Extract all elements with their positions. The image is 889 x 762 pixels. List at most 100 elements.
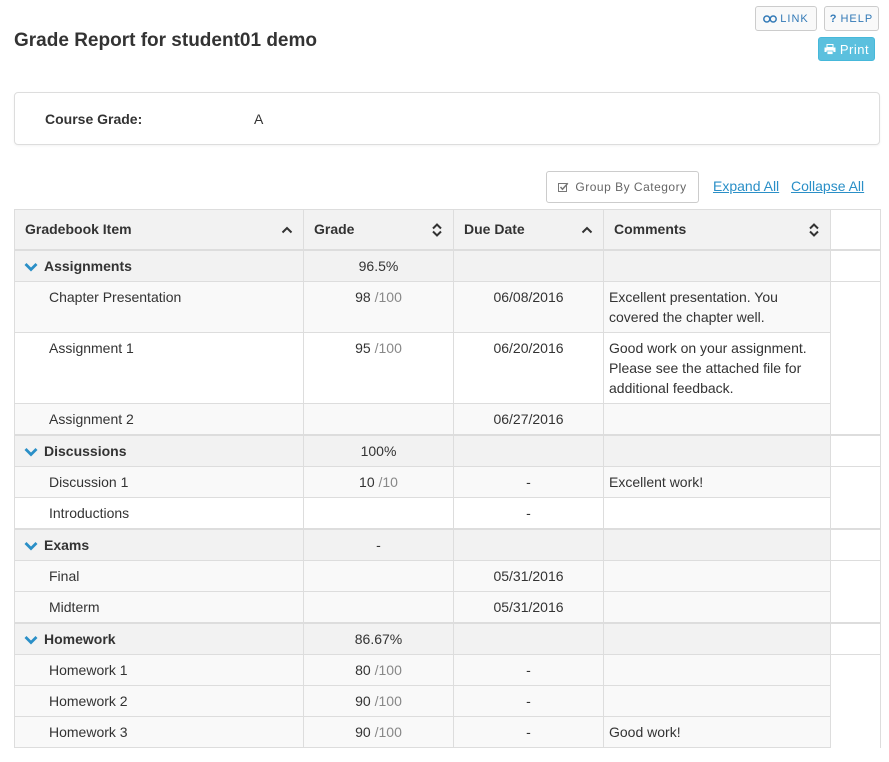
course-grade-panel: Course Grade: A — [14, 92, 880, 145]
category-row-exams[interactable]: Exams - — [14, 528, 881, 561]
item-out-of: /100 — [374, 724, 402, 740]
category-comments-cell — [603, 249, 831, 282]
item-comments: Excellent work! — [603, 466, 831, 498]
item-comments — [603, 403, 831, 435]
table-spacer-cell — [830, 685, 881, 717]
sort-ascending-icon — [281, 226, 293, 234]
table-row: Midterm 05/31/2016 — [14, 591, 881, 623]
item-comments — [603, 560, 831, 592]
item-due-date: 06/20/2016 — [453, 332, 604, 404]
table-spacer-cell — [830, 249, 881, 282]
item-comments: Excellent presentation. You covered the … — [603, 281, 831, 333]
item-grade-cell: 90 /100 — [303, 716, 454, 748]
table-row: Final 05/31/2016 — [14, 560, 881, 592]
group-by-label: Group By Category — [575, 180, 687, 194]
table-spacer-cell — [830, 622, 881, 655]
help-label: HELP — [840, 12, 874, 25]
item-comments — [603, 497, 831, 529]
item-score: 90 — [355, 693, 371, 709]
table-spacer-cell — [830, 332, 881, 404]
table-row: Homework 3 90 /100 - Good work! — [14, 716, 881, 748]
column-header-label: Comments — [614, 221, 687, 238]
item-out-of: /100 — [374, 289, 402, 305]
collapse-all-link[interactable]: Collapse All — [791, 178, 864, 194]
link-label: LINK — [780, 12, 809, 25]
table-row: Chapter Presentation 98 /100 06/08/2016 … — [14, 281, 881, 333]
table-spacer-cell — [830, 654, 881, 686]
category-due-cell — [453, 249, 604, 282]
course-grade-label: Course Grade: — [45, 111, 143, 127]
table-spacer-cell — [830, 403, 881, 435]
item-comments: Good work! — [603, 716, 831, 748]
gradebook-table: Gradebook Item Grade Due Date Comments A… — [14, 209, 881, 748]
print-label: Print — [839, 41, 870, 57]
item-score: 80 — [355, 662, 371, 678]
item-out-of: /100 — [374, 340, 402, 356]
item-grade-cell: 95 /100 — [303, 332, 454, 404]
table-header-row: Gradebook Item Grade Due Date Comments — [14, 209, 881, 251]
item-due-date: - — [453, 716, 604, 748]
item-grade-cell: 80 /100 — [303, 654, 454, 686]
category-name: Discussions — [44, 442, 127, 459]
item-due-date: - — [453, 685, 604, 717]
category-name-cell: Discussions — [14, 434, 304, 467]
category-due-cell — [453, 434, 604, 467]
column-header-grade[interactable]: Grade — [303, 209, 454, 251]
item-score: 90 — [355, 724, 371, 740]
question-icon: ? — [829, 12, 838, 25]
sort-ascending-icon — [581, 226, 593, 234]
chevron-down-icon[interactable] — [24, 541, 38, 551]
item-due-date: - — [453, 466, 604, 498]
category-row-assignments[interactable]: Assignments 96.5% — [14, 249, 881, 282]
category-grade: 100% — [303, 434, 454, 467]
table-spacer-cell — [830, 466, 881, 498]
category-comments-cell — [603, 434, 831, 467]
table-row: Discussion 1 10 /10 - Excellent work! — [14, 466, 881, 498]
item-name: Final — [14, 560, 304, 592]
table-row: Assignment 1 95 /100 06/20/2016 Good wor… — [14, 332, 881, 404]
category-row-discussions[interactable]: Discussions 100% — [14, 434, 881, 467]
item-score: 95 — [355, 340, 371, 356]
item-grade-cell: 90 /100 — [303, 685, 454, 717]
table-spacer-cell — [830, 716, 881, 748]
link-button[interactable]: LINK — [755, 6, 817, 31]
item-due-date: 05/31/2016 — [453, 560, 604, 592]
item-name: Midterm — [14, 591, 304, 623]
category-name: Exams — [44, 536, 90, 553]
expand-all-link[interactable]: Expand All — [713, 178, 779, 194]
help-button[interactable]: ? HELP — [824, 6, 879, 31]
item-grade-cell — [303, 497, 454, 529]
sort-icon — [432, 223, 442, 237]
sort-icon — [809, 223, 819, 237]
column-header-comments[interactable]: Comments — [603, 209, 831, 251]
item-name: Discussion 1 — [14, 466, 304, 498]
table-row: Introductions - — [14, 497, 881, 529]
column-header-due-date[interactable]: Due Date — [453, 209, 604, 251]
item-comments — [603, 685, 831, 717]
category-grade: - — [303, 528, 454, 561]
column-header-gradebook-item[interactable]: Gradebook Item — [14, 209, 304, 251]
item-name: Assignment 1 — [14, 332, 304, 404]
item-grade-cell — [303, 403, 454, 435]
print-button[interactable]: Print — [818, 37, 875, 61]
item-out-of: /100 — [374, 693, 402, 709]
item-name: Homework 2 — [14, 685, 304, 717]
item-due-date: 06/27/2016 — [453, 403, 604, 435]
chevron-down-icon[interactable] — [24, 447, 38, 457]
category-comments-cell — [603, 528, 831, 561]
table-spacer-cell — [830, 434, 881, 467]
item-name: Homework 1 — [14, 654, 304, 686]
column-header-label: Due Date — [464, 221, 525, 238]
table-spacer-header — [830, 209, 881, 250]
chevron-down-icon[interactable] — [24, 635, 38, 645]
category-row-homework[interactable]: Homework 86.67% — [14, 622, 881, 655]
group-by-category-button[interactable]: Group By Category — [546, 171, 699, 203]
column-header-label: Grade — [314, 221, 355, 238]
table-spacer-cell — [830, 528, 881, 561]
item-grade-cell: 98 /100 — [303, 281, 454, 333]
category-grade: 86.67% — [303, 622, 454, 655]
category-due-cell — [453, 622, 604, 655]
checkbox-icon — [558, 182, 569, 192]
chevron-down-icon[interactable] — [24, 262, 38, 272]
item-comments: Good work on your assignment. Please see… — [603, 332, 831, 404]
